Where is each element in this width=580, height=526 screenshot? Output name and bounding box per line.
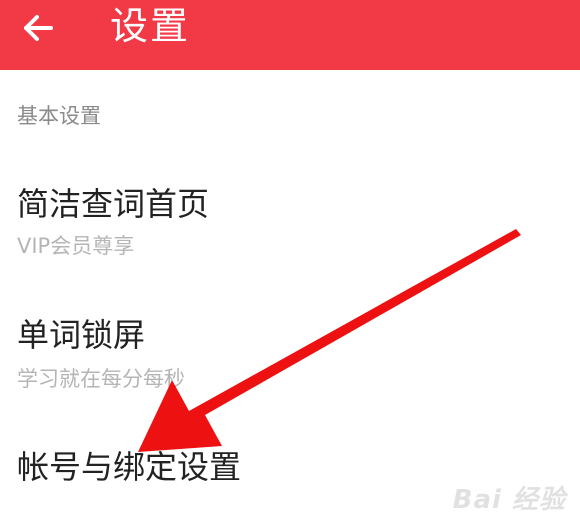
- setting-item-subtitle: VIP会员尊享: [17, 234, 135, 258]
- setting-item-word-lock-screen[interactable]: 单词锁屏 学习就在每分每秒: [0, 305, 580, 415]
- watermark-text: Bai 经验: [452, 485, 566, 515]
- setting-item-simple-lookup-home[interactable]: 简洁查词首页 VIP会员尊享: [0, 170, 580, 280]
- baidu-watermark: Bai 经验: [453, 479, 566, 516]
- setting-item-title: 单词锁屏: [17, 316, 146, 354]
- app-bar: 设置: [0, 0, 580, 70]
- section-header: 基本设置: [17, 104, 101, 128]
- setting-item-title: 简洁查词首页: [17, 185, 210, 223]
- arrow-left-icon: [24, 15, 53, 41]
- page-title: 设置: [110, 4, 191, 48]
- back-button[interactable]: [14, 8, 62, 48]
- setting-item-subtitle: 学习就在每分每秒: [17, 367, 185, 391]
- setting-item-title: 帐号与绑定设置: [17, 448, 242, 486]
